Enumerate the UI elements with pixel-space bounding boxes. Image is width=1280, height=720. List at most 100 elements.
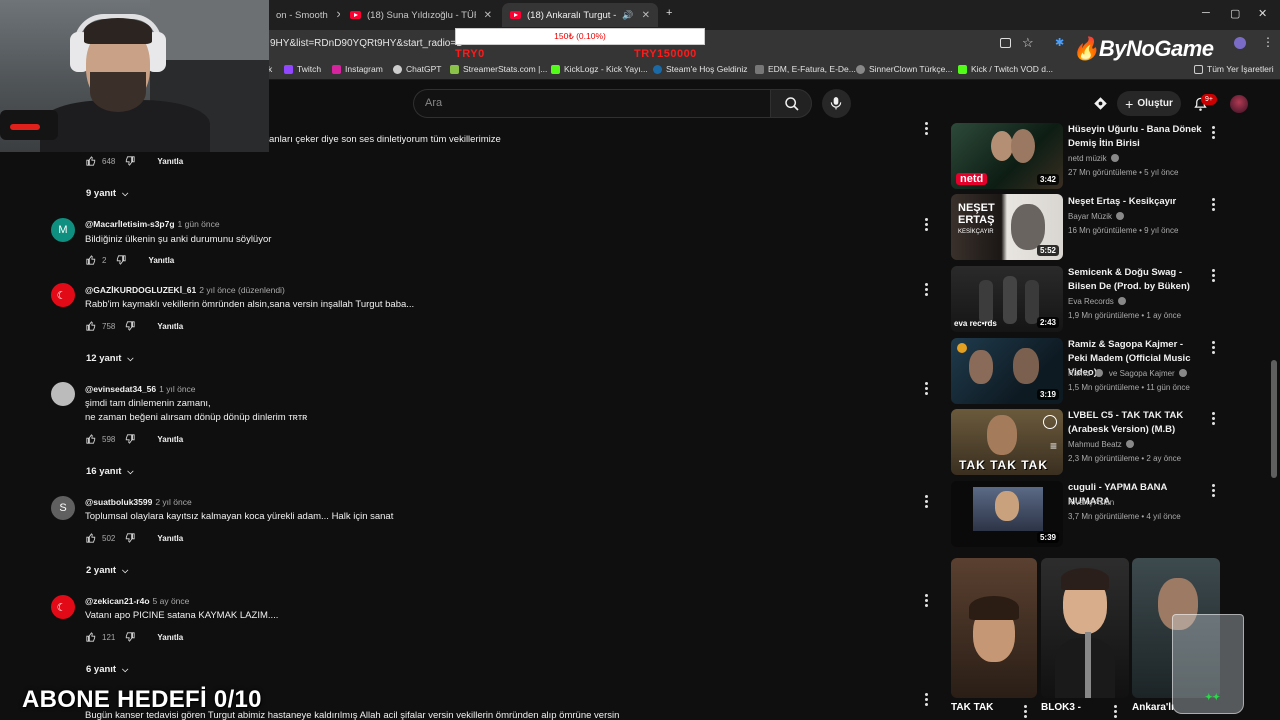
chevron-down-icon: ⌵ (122, 565, 129, 575)
related-video-channel[interactable]: Ramiz ve Sagopa Kajmer (1068, 367, 1187, 381)
browser-tab-3-active[interactable]: (18) Ankaralı Turgut - Kaym 🔊 ✕ (502, 3, 658, 27)
bookmark-edm[interactable]: EDM, E-Fatura, E-De... (755, 64, 856, 74)
minimize-icon[interactable]: ─ (1202, 7, 1210, 19)
short-title[interactable]: TAK TAK (951, 702, 993, 713)
close-tab-icon[interactable]: ✕ (336, 10, 340, 21)
related-video-thumbnail[interactable]: netd 3:42 (951, 123, 1063, 189)
comment-menu-icon[interactable] (925, 693, 929, 708)
related-video-title[interactable]: Semicenk & Doğu Swag - Bilsen De (Prod. … (1068, 266, 1203, 294)
commenter-avatar[interactable] (51, 382, 75, 406)
comment-text: Rabb'im kaymaklı vekillerin ömründen als… (85, 299, 415, 310)
speaker-icon[interactable]: 🔊 (622, 10, 633, 21)
comment-author[interactable]: @zekican21-r4o 5 ay önce (85, 596, 189, 606)
install-app-icon[interactable] (1000, 38, 1011, 48)
related-video-channel[interactable]: Eva Records (1068, 295, 1126, 309)
video-menu-icon[interactable] (1212, 198, 1216, 213)
commenter-avatar[interactable] (51, 283, 75, 307)
new-tab-icon[interactable]: + (666, 7, 672, 19)
related-video-thumbnail[interactable]: 5:39 (951, 481, 1063, 547)
bookmark-star-icon[interactable]: ☆ (1022, 35, 1034, 51)
short-thumbnail[interactable] (1041, 558, 1129, 698)
bookmark-sinnerclown[interactable]: SinnerClown Türkçe... (856, 64, 952, 74)
comment-author[interactable]: @GAZİKURDOGLUZEKİ_61 2 yıl önce (düzenlen… (85, 285, 285, 295)
reply-button[interactable]: Yanıtla (157, 534, 183, 543)
voice-search-button[interactable] (822, 89, 851, 118)
extension-icon[interactable]: ✱ (1055, 36, 1064, 49)
comment-menu-icon[interactable] (925, 594, 929, 609)
video-menu-icon[interactable] (1212, 484, 1216, 499)
browser-tab-2[interactable]: (18) Suna Yıldızoğlu - TÜRKÜLE ✕ (342, 3, 500, 27)
comment-actions: 598 Yanıtla (86, 434, 183, 444)
dislike-icon (117, 255, 127, 265)
related-video-thumbnail[interactable]: TAK TAK TAK ≡ (951, 409, 1063, 475)
profile-icon[interactable] (1234, 37, 1246, 49)
bookmark-kicklogz[interactable]: KickLogz - Kick Yayı... (551, 64, 648, 74)
watch-later-icon[interactable] (1043, 415, 1057, 429)
related-video-title[interactable]: Hüseyin Uğurlu - Bana Dönek Demiş İtin B… (1068, 123, 1203, 151)
view-replies-button[interactable]: 2 yanıt ⌵ (86, 565, 128, 576)
video-menu-icon[interactable] (1212, 269, 1216, 284)
view-replies-button[interactable]: 6 yanıt ⌵ (86, 664, 128, 675)
reply-button[interactable]: Yanıtla (148, 256, 174, 265)
bookmark-streamerstats[interactable]: StreamerStats.com |... (450, 64, 547, 74)
related-video-channel[interactable]: Mahmud Beatz (1068, 438, 1134, 452)
commenter-avatar[interactable] (51, 595, 75, 619)
bookmark-chatgpt[interactable]: ChatGPT (393, 64, 441, 74)
close-window-icon[interactable]: ✕ (1258, 7, 1267, 20)
video-menu-icon[interactable] (1212, 341, 1216, 356)
comment-menu-icon[interactable] (925, 122, 929, 137)
related-video-thumbnail[interactable]: eva rec•rds 2:43 (951, 266, 1063, 332)
dislike-icon (126, 632, 135, 642)
view-replies-button[interactable]: 12 yanıt ⌵ (86, 353, 133, 364)
all-bookmarks[interactable]: Tüm Yer İşaretleri (1194, 64, 1274, 74)
create-button[interactable]: + Oluştur (1117, 91, 1181, 116)
video-menu-icon[interactable] (1212, 412, 1216, 427)
reply-button[interactable]: Yanıtla (157, 322, 183, 331)
related-video-channel[interactable]: Kıvanç Aslan (1068, 496, 1114, 510)
related-video-thumbnail[interactable]: 3:19 (951, 338, 1063, 404)
bookmark-twitch[interactable]: Twitch (284, 64, 321, 74)
close-tab-icon[interactable]: ✕ (484, 10, 492, 21)
commenter-avatar[interactable]: M (51, 218, 75, 242)
bookmark-steam[interactable]: Steam'e Hoş Geldiniz (653, 64, 747, 74)
reply-button[interactable]: Yanıtla (157, 435, 183, 444)
bookmark-kick-vod[interactable]: Kick / Twitch VOD d... (958, 64, 1053, 74)
browser-tab-1[interactable]: on - Smooth ✕ (268, 3, 340, 27)
comment-author[interactable]: @evinsedat34_56 1 yıl önce (85, 384, 196, 394)
studio-icon[interactable] (1093, 96, 1108, 116)
related-video-title[interactable]: Neşet Ertaş - Kesikçayır (1068, 195, 1203, 209)
comment-menu-icon[interactable] (925, 495, 929, 510)
related-video-channel[interactable]: netd müzik (1068, 152, 1119, 166)
search-button[interactable] (770, 89, 812, 118)
add-to-queue-icon[interactable]: ≡ (1050, 439, 1057, 453)
short-thumbnail[interactable] (951, 558, 1037, 698)
reply-button[interactable]: Yanıtla (157, 157, 183, 166)
menu-dots-icon[interactable]: ⋮ (1262, 35, 1274, 49)
search-input[interactable]: Ara (413, 89, 770, 118)
comment-menu-icon[interactable] (925, 218, 929, 233)
comment-menu-icon[interactable] (925, 283, 929, 298)
related-video-title[interactable]: LVBEL C5 - TAK TAK TAK (Arabesk Version)… (1068, 409, 1203, 437)
short-menu-icon[interactable] (1114, 705, 1118, 720)
commenter-avatar[interactable]: S (51, 496, 75, 520)
short-menu-icon[interactable] (1024, 705, 1028, 720)
view-replies-button[interactable]: 16 yanıt ⌵ (86, 466, 133, 477)
comment-author[interactable]: @Macarİletisim-s3p7g 1 gün önce (85, 219, 220, 229)
url-field[interactable]: 9HY&list=RDnD90YQRt9HY&start_radio=1 (270, 38, 462, 49)
short-title[interactable]: BLOK3 - (1041, 702, 1081, 713)
related-video-thumbnail[interactable]: NEŞET ERTAŞ KESİKÇAYIR 5:52 (951, 194, 1063, 260)
sidebar-scrollbar[interactable] (1271, 360, 1277, 478)
short-title[interactable]: Ankara'lı (1132, 702, 1174, 713)
maximize-icon[interactable]: ▢ (1230, 7, 1240, 20)
comment-author[interactable]: @suatboluk3599 2 yıl önce (85, 497, 192, 507)
user-avatar[interactable] (1230, 95, 1248, 113)
bookmark-instagram[interactable]: Instagram (332, 64, 383, 74)
related-video-meta: 1,9 Mn görüntüleme • 1 ay önce (1068, 311, 1182, 320)
reply-button[interactable]: Yanıtla (157, 633, 183, 642)
comment-menu-icon[interactable] (925, 382, 929, 397)
related-video-channel[interactable]: Bayar Müzik (1068, 210, 1125, 224)
close-tab-icon[interactable]: ✕ (642, 10, 650, 21)
video-menu-icon[interactable] (1212, 126, 1216, 141)
related-video-meta: 1,5 Mn görüntüleme • 11 gün önce (1068, 383, 1190, 392)
view-replies-button[interactable]: 9 yanıt ⌵ (86, 188, 128, 199)
